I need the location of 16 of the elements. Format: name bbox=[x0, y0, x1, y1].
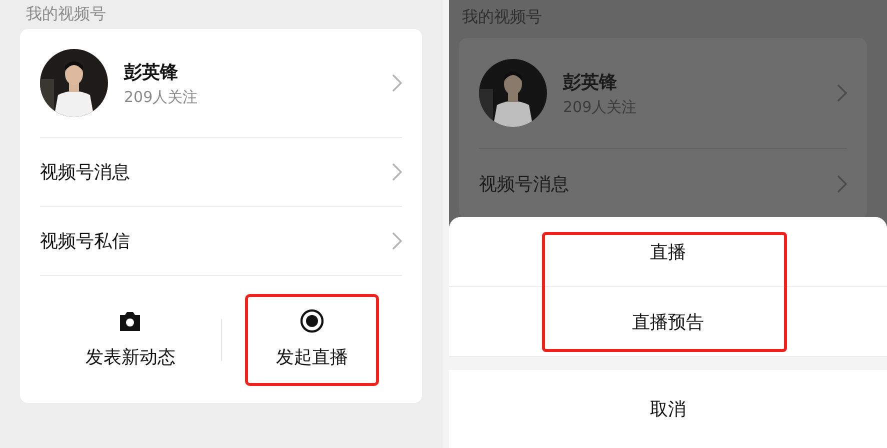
cancel-button[interactable]: 取消 bbox=[449, 370, 887, 448]
menu-item[interactable]: 视频号消息 bbox=[40, 160, 392, 184]
chevron-icon bbox=[392, 74, 402, 92]
menu-item[interactable]: 视频号私信 bbox=[40, 229, 392, 253]
action-button[interactable]: 发起直播 bbox=[244, 294, 379, 386]
action-button[interactable]: 发表新动态 bbox=[54, 294, 206, 386]
profile-name: 彭英锋 bbox=[563, 70, 618, 94]
profile-name: 彭英锋 bbox=[124, 60, 179, 84]
chevron-icon bbox=[392, 232, 402, 250]
chevron-icon bbox=[837, 175, 847, 193]
follower-count: 209人关注 bbox=[124, 88, 199, 106]
section-title: 我的视频号 bbox=[25, 3, 107, 25]
chevron-icon bbox=[837, 84, 847, 102]
chevron-icon bbox=[392, 163, 402, 181]
record-icon bbox=[298, 308, 325, 332]
sheet-option[interactable]: 直播 bbox=[449, 217, 887, 287]
